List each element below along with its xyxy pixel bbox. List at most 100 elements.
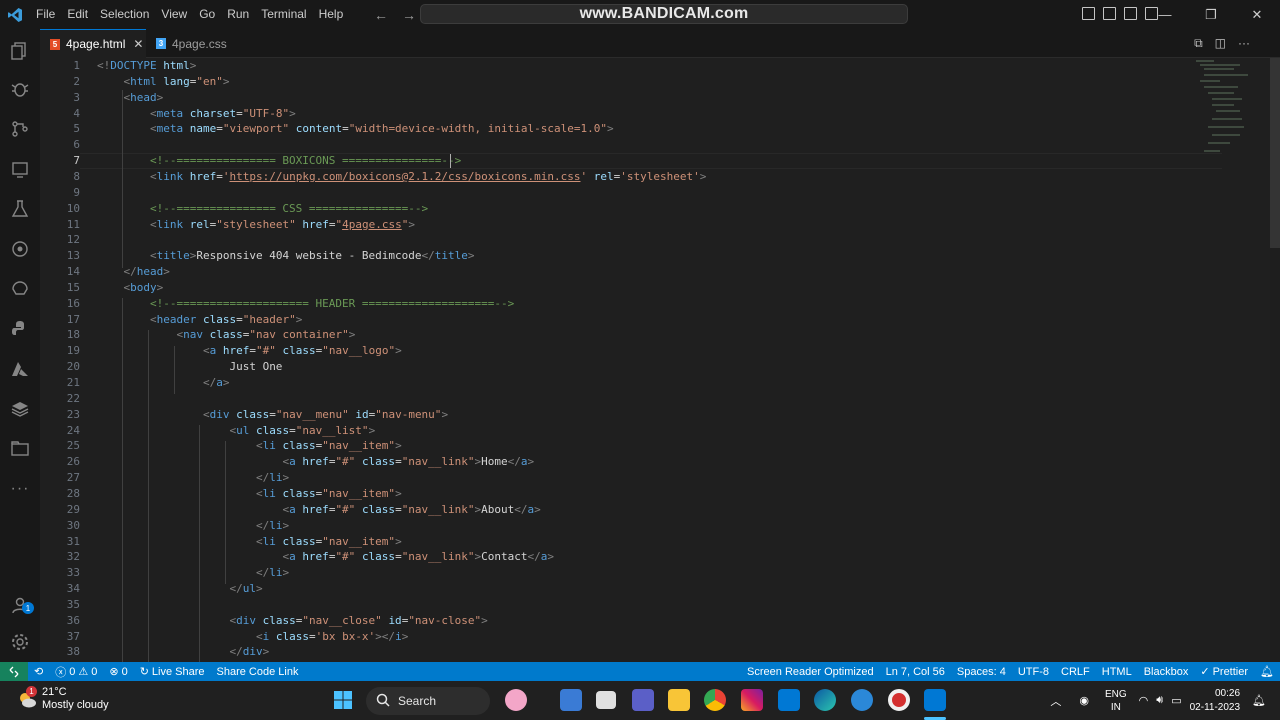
remote-indicator-icon[interactable] (0, 662, 28, 681)
menu-terminal[interactable]: Terminal (255, 0, 312, 29)
more-icon[interactable]: ··· (8, 477, 32, 501)
maximize-icon[interactable]: ❐ (1188, 0, 1234, 29)
microsoft-store-icon[interactable] (778, 689, 800, 711)
back-arrow-icon[interactable]: ← (374, 7, 388, 23)
copilot-app-icon[interactable] (560, 689, 582, 711)
blackbox-extension[interactable]: Blackbox (1138, 666, 1195, 678)
command-center-search[interactable]: www.BANDICAM.com (420, 4, 908, 24)
menu-file[interactable]: File (30, 0, 61, 29)
language-mode[interactable]: HTML (1096, 666, 1138, 678)
source-control-icon[interactable] (8, 117, 32, 141)
bandicam-record-icon[interactable] (888, 689, 910, 711)
tab-4page-css[interactable]: 3 4page.css (146, 29, 238, 58)
volume-icon[interactable]: 🔊︎ (1152, 694, 1167, 707)
problems-indicator[interactable]: ⓧ 0 ⚠ 0 (49, 664, 103, 680)
vscode-logo-icon (0, 0, 30, 29)
prettier-status[interactable]: ✓ Prettier (1194, 665, 1254, 679)
azure-icon[interactable] (8, 357, 32, 381)
share-code-link-button[interactable]: Share Code Link (211, 666, 305, 678)
close-tab-icon[interactable]: ✕ (133, 37, 143, 51)
toggle-panel-icon[interactable] (1103, 7, 1116, 20)
run-debug-icon[interactable] (8, 77, 32, 101)
code-editor[interactable]: 1 2 3 4 5 6 7 8 9 10 11 12 13 14 15 16 17 18 19 20 21 22 23 24 2… (40, 58, 1270, 662)
line-number: 14 (66, 265, 80, 279)
more-actions-icon[interactable]: ··· (1238, 36, 1250, 51)
forward-arrow-icon[interactable]: → (402, 7, 416, 23)
live-share-button[interactable]: ↻ Live Share (134, 665, 211, 679)
github-copilot-icon[interactable] (8, 277, 32, 301)
testing-flask-icon[interactable] (8, 197, 32, 221)
clock-time: 00:26 (1215, 687, 1241, 699)
menu-bar: File Edit Selection View Go Run Terminal… (30, 0, 349, 29)
remote-explorer-icon[interactable] (8, 157, 32, 181)
end-of-line[interactable]: CRLF (1055, 666, 1096, 678)
extensions-layers-icon[interactable] (8, 397, 32, 421)
file-explorer-icon[interactable] (668, 689, 690, 711)
vertical-scrollbar[interactable] (1270, 58, 1280, 248)
menu-selection[interactable]: Selection (94, 0, 155, 29)
close-window-icon[interactable]: ✕ (1234, 0, 1280, 29)
error-count: 0 (69, 665, 76, 678)
explorer-icon[interactable] (8, 39, 32, 63)
minimize-icon[interactable]: — (1142, 0, 1188, 29)
weather-condition: Mostly cloudy (42, 699, 109, 711)
wifi-icon[interactable]: ◠ (1135, 694, 1153, 707)
line-number: 25 (66, 439, 80, 453)
line-number: 30 (66, 518, 80, 532)
line-number: 29 (66, 502, 80, 516)
python-app-icon[interactable] (851, 689, 873, 711)
indentation[interactable]: Spaces: 4 (951, 666, 1012, 678)
settings-gear-icon[interactable] (8, 630, 32, 654)
menu-view[interactable]: View (155, 0, 193, 29)
clock[interactable]: 00:26 02-11-2023 (1190, 687, 1240, 715)
teams-chat-icon[interactable] (632, 689, 654, 711)
menu-edit[interactable]: Edit (61, 0, 94, 29)
open-preview-icon[interactable]: ⧉ (1194, 36, 1203, 51)
share-code-link-label: Share Code Link (216, 665, 299, 678)
recorder-watermark: www.BANDICAM.com (579, 5, 749, 22)
tab-label: 4page.html (66, 37, 126, 51)
weather-widget[interactable]: 1 21°C Mostly cloudy (16, 686, 109, 712)
start-windows-icon[interactable] (333, 690, 355, 712)
menu-go[interactable]: Go (193, 0, 221, 29)
input-language[interactable]: ENG IN (1097, 688, 1135, 714)
line-number: 1 (73, 59, 80, 72)
ports-count: 0 (121, 665, 128, 678)
notification-center-icon[interactable]: 🔔︎ (1252, 694, 1280, 707)
instagram-icon[interactable] (741, 689, 763, 711)
file-encoding[interactable]: UTF-8 (1012, 666, 1055, 678)
notifications-bell-icon[interactable]: 🔔︎ (1254, 665, 1280, 678)
show-hidden-icons-chevron-icon[interactable]: ︿ (1040, 693, 1071, 709)
cursor-position[interactable]: Ln 7, Col 56 (880, 666, 951, 678)
ports-indicator[interactable]: ⊗ 0 (103, 665, 133, 679)
project-manager-icon[interactable] (8, 437, 32, 461)
lang-line1: ENG (1104, 688, 1127, 700)
python-icon[interactable] (8, 317, 32, 341)
toggle-secondary-sidebar-icon[interactable] (1124, 7, 1137, 20)
tray-app-icon[interactable]: ◉ (1071, 694, 1097, 707)
task-view-icon[interactable] (596, 691, 616, 709)
screen-reader-mode[interactable]: Screen Reader Optimized (741, 666, 880, 678)
menu-run[interactable]: Run (221, 0, 255, 29)
chrome-icon[interactable] (704, 689, 726, 711)
error-icon: ⓧ (55, 666, 67, 679)
weather-badge: 1 (26, 686, 37, 697)
check-double-icon: ✓ (1200, 666, 1210, 678)
minimap[interactable] (1190, 58, 1270, 168)
taskbar-search[interactable]: Search (366, 687, 490, 715)
toggle-primary-sidebar-icon[interactable] (1082, 7, 1095, 20)
edge-icon[interactable] (814, 689, 836, 711)
tab-4page-html[interactable]: 5 4page.html ✕ (40, 29, 146, 58)
menu-help[interactable]: Help (313, 0, 350, 29)
battery-icon[interactable]: ▭ (1167, 694, 1189, 707)
widgets-flowers-icon[interactable] (505, 689, 527, 711)
git-sync-indicator[interactable]: ⟲ (28, 665, 49, 678)
line-number: 38 (66, 645, 80, 659)
line-number: 13 (66, 249, 80, 263)
live-share-icon[interactable] (8, 237, 32, 261)
editor-actions: ⧉ ◫ ··· (1194, 36, 1250, 51)
split-editor-icon[interactable]: ◫ (1215, 36, 1226, 51)
line-number: 9 (73, 185, 80, 199)
vscode-taskbar-icon[interactable] (924, 689, 946, 711)
warning-count: 0 (91, 665, 98, 678)
